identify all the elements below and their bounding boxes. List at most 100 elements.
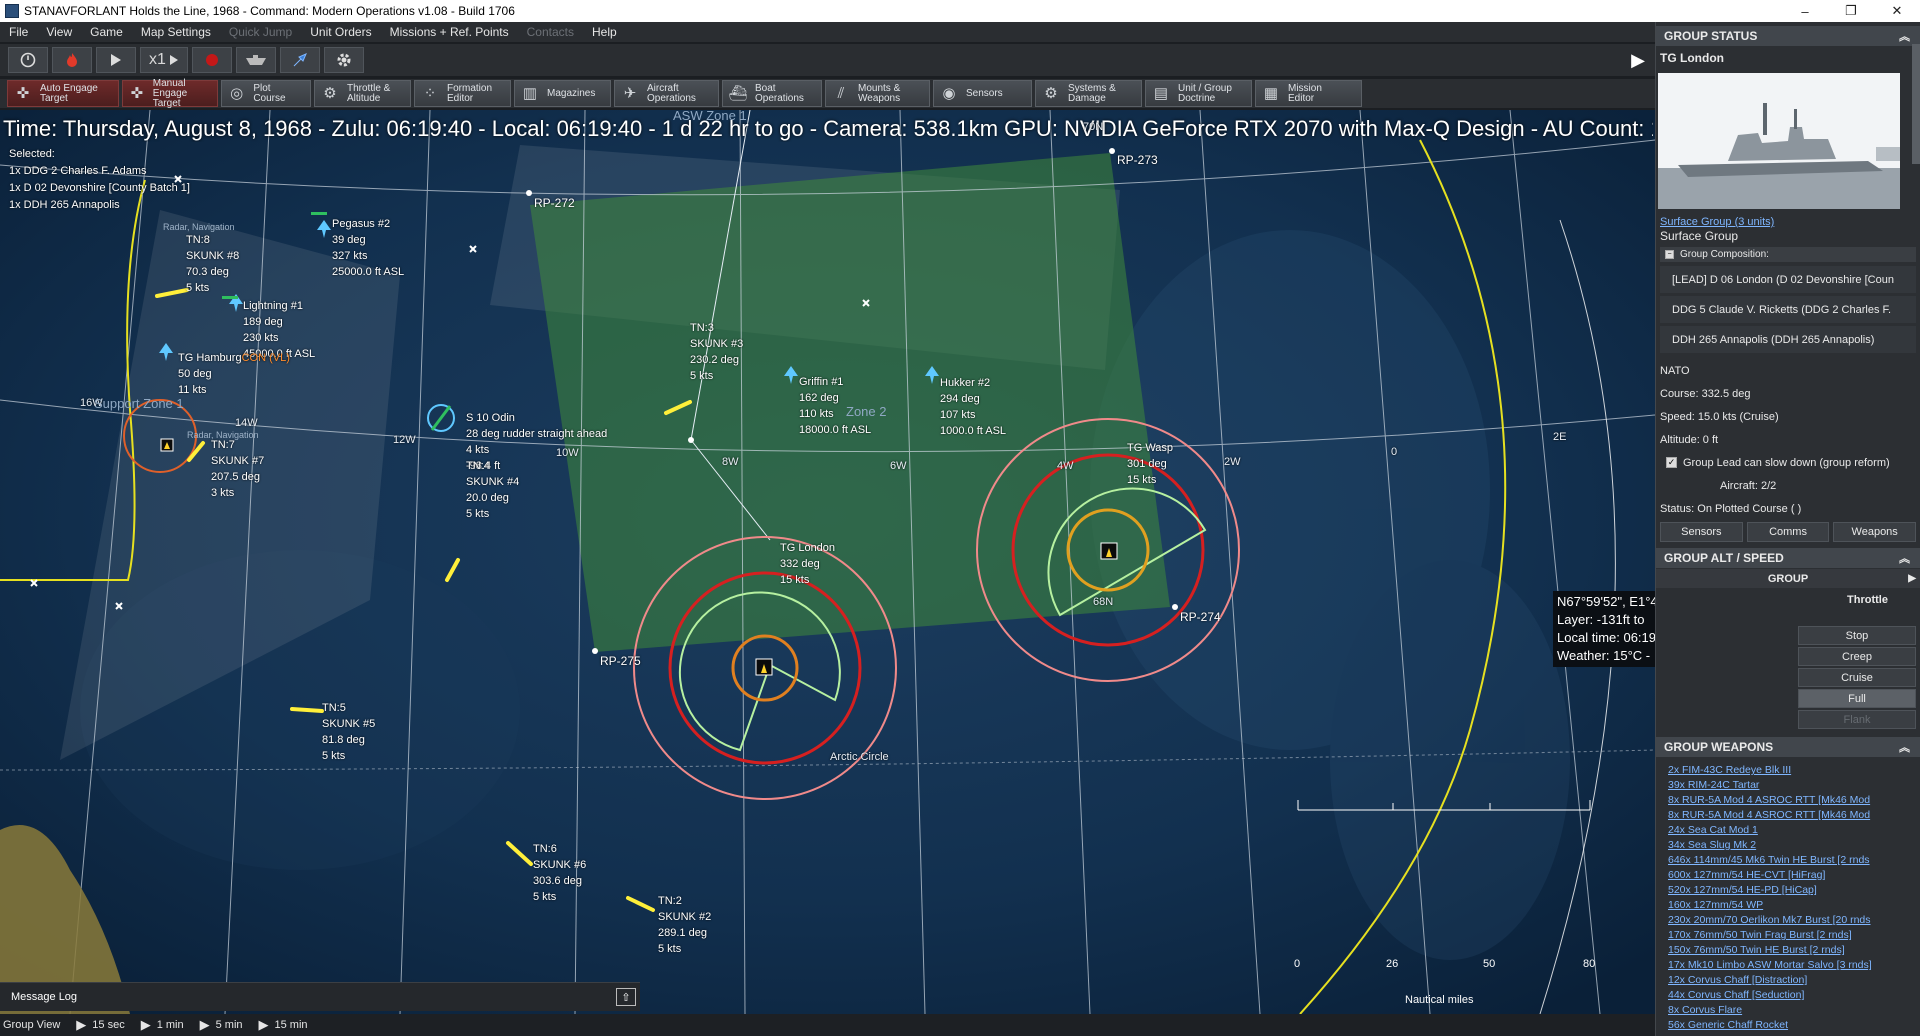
menu-file[interactable]: File (0, 25, 37, 39)
menu-game[interactable]: Game (81, 25, 132, 39)
composition-row[interactable]: DDH 265 Annapolis (DDH 265 Annapolis) (1660, 326, 1916, 353)
comms-button[interactable]: Comms (1746, 522, 1830, 542)
weapon-link[interactable]: 17x Mk10 Limbo ASW Mortar Salvo [3 rnds] (1656, 958, 1920, 973)
unit-label-tn7[interactable]: TN:7 SKUNK #7 207.5 deg 3 kts (211, 437, 264, 501)
aircraft-operations-button[interactable]: ✈ Aircraft Operations (614, 80, 719, 107)
rp-label[interactable]: RP-273 (1117, 153, 1158, 167)
group-view-label[interactable]: Group View (3, 1019, 60, 1031)
panel-toggle-arrow-icon[interactable]: ▶ (1628, 45, 1648, 75)
menu-missions[interactable]: Missions + Ref. Points (381, 25, 518, 39)
weapon-link[interactable]: 520x 127mm/54 HE-PD [HiCap] (1656, 883, 1920, 898)
weapon-link[interactable]: 44x Corvus Chaff [Seduction] (1656, 988, 1920, 1003)
weapon-link[interactable]: 39x RIM-24C Tartar (1656, 778, 1920, 793)
next-arrow-icon[interactable]: ▶ (1908, 573, 1916, 584)
sensors-button[interactable]: Sensors (1660, 522, 1743, 542)
speed-creep-button[interactable]: Creep (1798, 647, 1916, 666)
time-step-1m[interactable]: 1 min (157, 1019, 184, 1031)
weapon-link[interactable]: 170x 76mm/50 Twin Frag Burst [2 rnds] (1656, 928, 1920, 943)
weapon-link[interactable]: 56x Generic Chaff Rocket (1656, 1018, 1920, 1033)
weapon-link[interactable]: 150x 76mm/50 Twin HE Burst [2 rnds] (1656, 943, 1920, 958)
clock-icon[interactable] (8, 47, 48, 73)
time-step-15s[interactable]: 15 sec (92, 1019, 124, 1031)
speed-cruise-button[interactable]: Cruise (1798, 668, 1916, 687)
sensors-button[interactable]: ◉ Sensors (933, 80, 1032, 107)
collapse-box-icon[interactable]: − (1665, 250, 1674, 259)
time-compression-button[interactable]: x1 (140, 47, 188, 73)
unit-label-tg-london[interactable]: TG London 332 deg 15 kts (780, 540, 835, 588)
unit-group-doctrine-button[interactable]: ▤ Unit / Group Doctrine (1145, 80, 1252, 107)
record-icon[interactable] (192, 47, 232, 73)
collapse-chevron-icon[interactable]: ︽ (1899, 739, 1910, 755)
maximize-button[interactable]: ❐ (1828, 0, 1874, 22)
group-selector[interactable]: GROUP ▶ (1656, 569, 1920, 588)
rp-label[interactable]: RP-272 (534, 196, 575, 210)
panel-scrollbar[interactable] (1912, 44, 1920, 164)
unit-label-tn6[interactable]: TN:6 SKUNK #6 303.6 deg 5 kts (533, 841, 586, 905)
close-button[interactable]: ✕ (1874, 0, 1920, 22)
unit-label-tg-wasp[interactable]: TG Wasp 301 deg 15 kts (1127, 440, 1173, 488)
rp-label[interactable]: RP-275 (600, 654, 641, 668)
settings-gear-icon[interactable] (324, 47, 364, 73)
weapon-link[interactable]: 12x Corvus Chaff [Distraction] (1656, 973, 1920, 988)
manual-engage-target-button[interactable]: ✜ Manual Engage Target (122, 78, 218, 108)
time-step-5m[interactable]: 5 min (216, 1019, 243, 1031)
unit-label-tg-hamburg[interactable]: TG HamburgCON (VL) 50 deg 11 kts (178, 350, 290, 398)
course-waypoint[interactable] (688, 437, 694, 443)
speed-full-button[interactable]: Full (1798, 689, 1916, 708)
magazines-button[interactable]: ▥ Magazines (514, 80, 611, 107)
rp-label[interactable]: RP-274 (1180, 610, 1221, 624)
unit-label-tn2[interactable]: TN:2 SKUNK #2 289.1 deg 5 kts (658, 893, 711, 957)
tactical-map[interactable]: Time: Thursday, August 8, 1968 - Zulu: 0… (0, 110, 1655, 1014)
menu-unit-orders[interactable]: Unit Orders (301, 25, 380, 39)
collapse-chevron-icon[interactable]: ︽ (1899, 550, 1910, 566)
checkbox-checked-icon[interactable]: ✓ (1666, 457, 1677, 468)
alt-speed-header[interactable]: GROUP ALT / SPEED ︽ (1656, 548, 1920, 568)
plot-course-button[interactable]: ◎ Plot Course (221, 80, 311, 107)
weapons-button[interactable]: Weapons (1833, 522, 1917, 542)
menu-view[interactable]: View (37, 25, 81, 39)
expand-log-icon[interactable]: ⇧ (616, 988, 636, 1006)
group-weapons-header[interactable]: GROUP WEAPONS ︽ (1656, 737, 1920, 757)
formation-editor-button[interactable]: ⁘ Formation Editor (414, 80, 511, 107)
carrier-icon[interactable] (236, 47, 276, 73)
weapon-link[interactable]: 2x FIM-43C Redeye Blk III (1656, 763, 1920, 778)
mounts-weapons-button[interactable]: ⫽ Mounts & Weapons (825, 80, 930, 107)
composition-row[interactable]: [LEAD] D 06 London (D 02 Devonshire [Cou… (1660, 266, 1916, 293)
weapon-link[interactable]: 24x Sea Cat Mod 1 (1656, 823, 1920, 838)
weapon-link[interactable]: 600x 127mm/54 HE-CVT [HiFrag] (1656, 868, 1920, 883)
composition-header[interactable]: − Group Composition: (1660, 247, 1916, 262)
weapon-link[interactable]: 230x 20mm/70 Oerlikon Mk7 Burst [20 rnds (1656, 913, 1920, 928)
weapon-link[interactable]: 8x RUR-5A Mod 4 ASROC RTT [Mk46 Mod (1656, 793, 1920, 808)
group-lead-option[interactable]: ✓ Group Lead can slow down (group reform… (1656, 451, 1920, 474)
weapon-link[interactable]: 8x Corvus Flare (1656, 1003, 1920, 1018)
mission-editor-button[interactable]: ▦ Mission Editor (1255, 80, 1362, 107)
unit-label-pegasus[interactable]: Pegasus #2 39 deg 327 kts 25000.0 ft ASL (332, 216, 404, 280)
systems-damage-button[interactable]: ⚙ Systems & Damage (1035, 80, 1142, 107)
collapse-chevron-icon[interactable]: ︽ (1899, 28, 1910, 44)
menu-map-settings[interactable]: Map Settings (132, 25, 220, 39)
speed-stop-button[interactable]: Stop (1798, 626, 1916, 645)
composition-row[interactable]: DDG 5 Claude V. Ricketts (DDG 2 Charles … (1660, 296, 1916, 323)
unit-label-tn8[interactable]: TN:8 SKUNK #8 70.3 deg 5 kts (186, 232, 239, 296)
weapon-link[interactable]: 160x 127mm/54 WP (1656, 898, 1920, 913)
message-log-bar[interactable]: Message Log ⇧ (0, 982, 640, 1011)
unit-label-tn4[interactable]: TN:4 SKUNK #4 20.0 deg 5 kts (466, 458, 519, 522)
play-button[interactable] (96, 47, 136, 73)
group-link[interactable]: Surface Group (3 units) (1660, 216, 1774, 228)
group-status-header[interactable]: GROUP STATUS ︽ (1656, 26, 1920, 46)
unit-label-griffin[interactable]: Griffin #1 162 deg 110 kts 18000.0 ft ASL (799, 374, 871, 438)
throttle-altitude-button[interactable]: ⚙ Throttle & Altitude (314, 80, 411, 107)
minimize-button[interactable]: – (1782, 0, 1828, 22)
auto-engage-target-button[interactable]: ✜ Auto Engage Target (7, 80, 119, 107)
weapon-link[interactable]: 8x RUR-5A Mod 4 ASROC RTT [Mk46 Mod (1656, 808, 1920, 823)
weapon-link[interactable]: 646x 114mm/45 Mk6 Twin HE Burst [2 rnds (1656, 853, 1920, 868)
pointer-icon[interactable] (280, 47, 320, 73)
weapon-link[interactable]: 34x Sea Slug Mk 2 (1656, 838, 1920, 853)
boat-operations-button[interactable]: ⛴ Boat Operations (722, 80, 822, 107)
unit-label-hukker[interactable]: Hukker #2 294 deg 107 kts 1000.0 ft ASL (940, 375, 1006, 439)
menu-help[interactable]: Help (583, 25, 626, 39)
flame-icon[interactable] (52, 47, 92, 73)
unit-label-tn5[interactable]: TN:5 SKUNK #5 81.8 deg 5 kts (322, 700, 375, 764)
time-step-15m[interactable]: 15 min (275, 1019, 308, 1031)
unit-label-tn3[interactable]: TN:3 SKUNK #3 230.2 deg 5 kts (690, 320, 743, 384)
